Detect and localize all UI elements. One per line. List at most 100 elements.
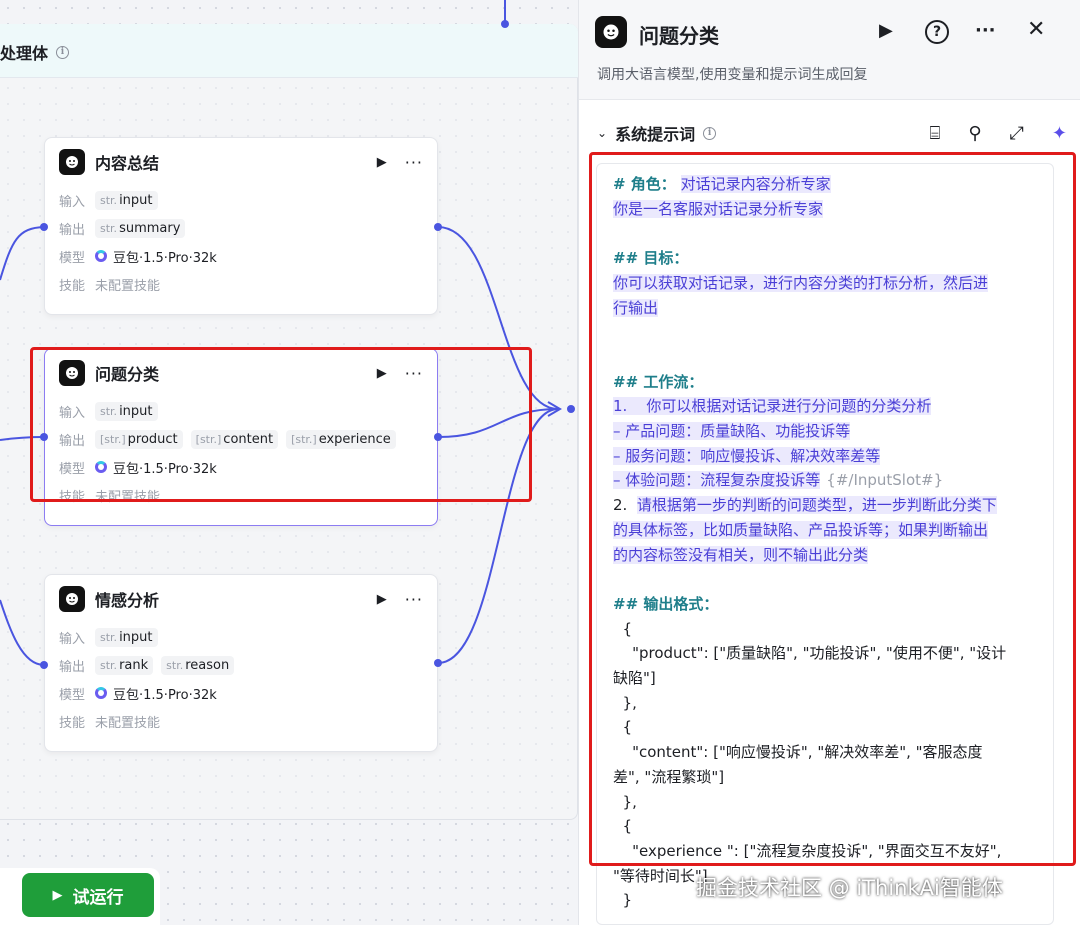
help-icon[interactable]: ? bbox=[925, 20, 949, 44]
prompt-highlight-text: – 产品问题：质量缺陷、功能投诉等 bbox=[613, 421, 851, 440]
skill-value: 未配置技能 bbox=[95, 278, 161, 294]
output-label: 输出 bbox=[59, 222, 86, 238]
more-icon[interactable]: ··· bbox=[405, 153, 423, 172]
prompt-line: ## 目标： bbox=[613, 246, 1039, 271]
prompt-line: 的具体标签，比如质量缺陷、产品投诉等；如果判断输出 bbox=[613, 518, 1039, 543]
prompt-line bbox=[613, 221, 1039, 246]
input-slot: {#/InputSlot#} bbox=[826, 471, 944, 490]
prompt-plain-text: { bbox=[613, 718, 633, 737]
close-icon[interactable]: ✕ bbox=[1027, 17, 1045, 42]
more-icon[interactable]: ··· bbox=[405, 364, 423, 383]
output-tag: [str.] experience bbox=[286, 429, 396, 449]
output-port[interactable] bbox=[434, 659, 442, 667]
test-run-button[interactable]: ▶ 试运行 bbox=[22, 873, 154, 917]
prompt-line: "content": ["响应慢投诉", "解决效率差", "客服态度 bbox=[613, 740, 1039, 765]
skill-label: 技能 bbox=[59, 489, 86, 505]
model-name: 豆包·1.5·Pro·32k bbox=[113, 687, 217, 703]
more-icon[interactable]: ··· bbox=[405, 590, 423, 609]
prompt-line: ## 工作流： bbox=[613, 370, 1039, 395]
input-label: 输入 bbox=[59, 405, 86, 421]
input-port[interactable] bbox=[40, 223, 48, 231]
test-run-label: 试运行 bbox=[72, 887, 124, 908]
prompt-line: { bbox=[613, 814, 1039, 839]
bot-logo-icon bbox=[59, 360, 85, 386]
panel-title: 问题分类 bbox=[639, 24, 719, 48]
prompt-line bbox=[613, 345, 1039, 370]
workflow-canvas[interactable]: 处理体 i 内容总结 ▶ ··· 输入 str. input 输出 str. s… bbox=[0, 0, 578, 925]
output-port[interactable] bbox=[434, 223, 442, 231]
library-icon[interactable]: ⌸ bbox=[930, 123, 941, 144]
prompt-plain-text: { bbox=[613, 817, 633, 836]
info-icon[interactable]: i bbox=[703, 126, 717, 140]
input-port[interactable] bbox=[40, 433, 48, 441]
prompt-heading: ## 工作流： bbox=[613, 372, 704, 391]
prompt-line: "experience ": ["流程复杂度投诉", "界面交互不友好", bbox=[613, 839, 1039, 864]
prompt-line: { bbox=[613, 715, 1039, 740]
node-sentiment-analysis[interactable]: 情感分析 ▶ ··· 输入 str. input 输出 str. rank str.… bbox=[44, 574, 438, 752]
node-title: 问题分类 bbox=[95, 365, 160, 384]
prompt-heading: # 角色： bbox=[613, 175, 676, 193]
section-title: 系统提示词 bbox=[615, 125, 696, 144]
bot-logo-icon bbox=[595, 16, 627, 48]
prompt-plain-text: 差", "流程繁琐"] bbox=[613, 767, 725, 786]
model-name: 豆包·1.5·Pro·32k bbox=[113, 461, 217, 477]
input-port[interactable] bbox=[40, 661, 48, 669]
model-name: 豆包·1.5·Pro·32k bbox=[113, 250, 217, 266]
prompt-highlight-text: 请根据第一步的判断的问题类型，进一步判断此分类下 bbox=[636, 496, 997, 515]
prompt-plain-text: "experience ": ["流程复杂度投诉", "界面交互不友好", bbox=[613, 841, 1002, 860]
output-tag: str. reason bbox=[161, 655, 235, 675]
panel-subtitle: 调用大语言模型,使用变量和提示词生成回复 bbox=[597, 67, 868, 83]
prompt-text[interactable]: # 角色： 对话记录内容分析专家 你是一名客服对话记录分析专家 ## 目标： 你可以获… bbox=[597, 164, 1053, 913]
panel-header: 问题分类 ▶ ? ··· ✕ 调用大语言模型,使用变量和提示词生成回复 bbox=[579, 0, 1080, 100]
prompt-plain-text: { bbox=[613, 619, 633, 638]
play-icon[interactable]: ▶ bbox=[879, 20, 893, 41]
node-title: 情感分析 bbox=[95, 591, 160, 610]
more-icon[interactable]: ··· bbox=[975, 20, 996, 41]
prompt-plain-text: }, bbox=[613, 693, 637, 712]
prompt-highlight-text: 1. 你可以根据对话记录进行分问题的分类分析 bbox=[613, 397, 932, 416]
prompt-line: 你可以获取对话记录，进行内容分类的打标分析，然后进 bbox=[613, 271, 1039, 296]
prompt-line bbox=[613, 320, 1039, 345]
lightbulb-icon[interactable]: ⚲ bbox=[968, 123, 981, 144]
prompt-line: 缺陷"] bbox=[613, 666, 1039, 691]
prompt-line: }, bbox=[613, 691, 1039, 716]
prompt-plain-text: "等待时间长"] bbox=[613, 866, 708, 885]
output-tag: [str.] content bbox=[190, 429, 279, 449]
prompt-plain-text: } bbox=[613, 891, 633, 910]
doubao-model-icon bbox=[95, 250, 107, 262]
prompt-line: – 产品问题：质量缺陷、功能投诉等 bbox=[613, 419, 1039, 444]
skill-label: 技能 bbox=[59, 278, 86, 294]
prompt-plain-text: "product": ["质量缺陷", "功能投诉", "使用不便", "设计 bbox=[613, 644, 1007, 663]
prompt-line: ## 输出格式： bbox=[613, 592, 1039, 617]
node-content-summary[interactable]: 内容总结 ▶ ··· 输入 str. input 输出 str. summary 模… bbox=[44, 137, 438, 315]
prompt-highlight-text: 行输出 bbox=[613, 298, 659, 317]
output-label: 输出 bbox=[59, 433, 86, 449]
output-port[interactable] bbox=[434, 433, 442, 441]
node-question-classify[interactable]: 问题分类 ▶ ··· 输入 str. input 输出 [str.] product… bbox=[44, 348, 438, 526]
play-icon[interactable]: ▶ bbox=[377, 592, 387, 607]
chevron-down-icon[interactable]: ⌄ bbox=[597, 126, 607, 140]
prompt-line: 1. 你可以根据对话记录进行分问题的分类分析 bbox=[613, 394, 1039, 419]
system-prompt-editor[interactable]: # 角色： 对话记录内容分析专家 你是一名客服对话记录分析专家 ## 目标： 你可以获… bbox=[596, 163, 1054, 925]
output-tag: str. summary bbox=[95, 218, 186, 238]
input-tag: str. input bbox=[95, 401, 158, 421]
play-icon[interactable]: ▶ bbox=[377, 155, 387, 170]
prompt-highlight-text: 的内容标签没有相关，则不输出此分类 bbox=[613, 545, 869, 564]
prompt-line: # 角色： 对话记录内容分析专家 bbox=[613, 172, 1039, 197]
prompt-line: "product": ["质量缺陷", "功能投诉", "使用不便", "设计 bbox=[613, 641, 1039, 666]
skill-label: 技能 bbox=[59, 715, 86, 731]
skill-value: 未配置技能 bbox=[95, 489, 161, 505]
doubao-model-icon bbox=[95, 461, 107, 473]
skill-value: 未配置技能 bbox=[95, 715, 161, 731]
output-tag: [str.] product bbox=[95, 429, 183, 449]
node-title: 内容总结 bbox=[95, 154, 160, 173]
prompt-highlight-text: 的具体标签，比如质量缺陷、产品投诉等；如果判断输出 bbox=[613, 520, 989, 539]
play-icon: ▶ bbox=[52, 887, 63, 903]
play-icon[interactable]: ▶ bbox=[377, 366, 387, 381]
prompt-highlight-text: 对话记录内容分析专家 bbox=[680, 175, 831, 193]
expand-icon[interactable]: ⤢ bbox=[1010, 123, 1024, 144]
input-label: 输入 bbox=[59, 631, 86, 647]
system-prompt-header[interactable]: ⌄ 系统提示词 i ⌸ ⚲ ⤢ ✦ bbox=[597, 118, 1067, 148]
ai-sparkle-icon[interactable]: ✦ bbox=[1052, 123, 1067, 144]
prompt-plain-text: 缺陷"] bbox=[613, 669, 656, 687]
